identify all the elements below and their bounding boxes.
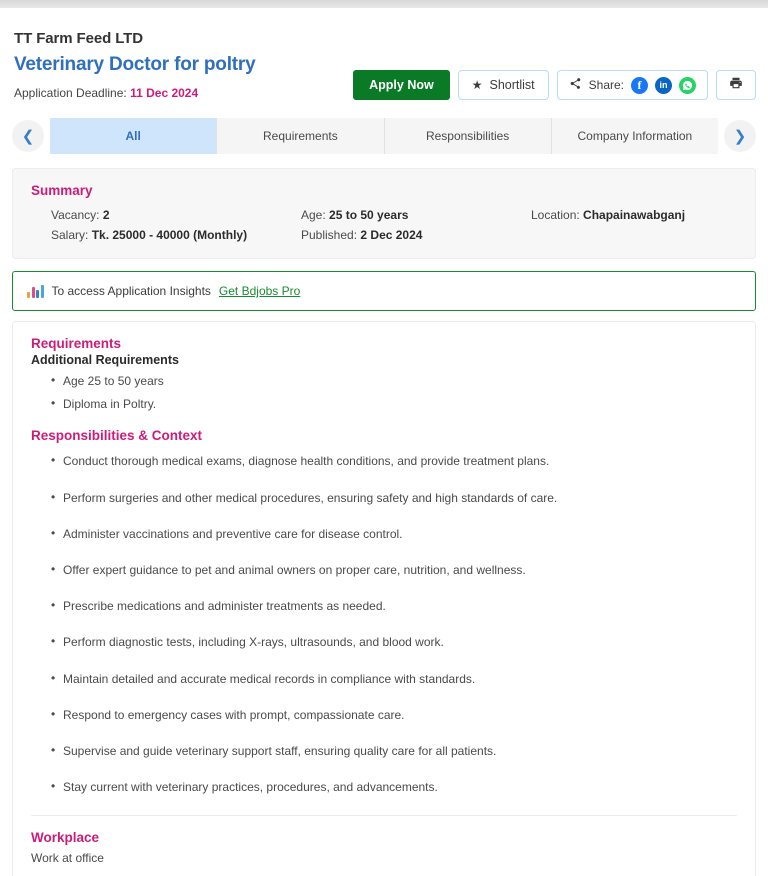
list-item: Maintain detailed and accurate medical r… (51, 669, 737, 687)
salary-label: Salary: (51, 228, 89, 242)
responsibilities-list: Conduct thorough medical exams, diagnose… (31, 452, 737, 795)
shortlist-button[interactable]: ★ Shortlist (457, 70, 549, 100)
summary-published: Published: 2 Dec 2024 (301, 228, 531, 242)
share-group: Share: f in (556, 70, 708, 100)
requirements-list: Age 25 to 50 years Diploma in Poltry. (31, 372, 737, 412)
insights-text: To access Application Insights (51, 284, 211, 298)
facebook-icon[interactable]: f (631, 76, 648, 94)
job-header: TT Farm Feed LTD Veterinary Doctor for p… (12, 8, 756, 100)
list-item: Stay current with veterinary practices, … (51, 778, 737, 795)
workplace-value: Work at office (31, 851, 104, 866)
company-name: TT Farm Feed LTD (14, 30, 143, 47)
list-item: Age 25 to 50 years (51, 372, 737, 389)
tab-requirements[interactable]: Requirements (217, 118, 385, 154)
whatsapp-icon[interactable] (679, 76, 696, 94)
summary-panel: Summary Vacancy: 2 Age: 25 to 50 years L… (12, 168, 756, 259)
list-item: Perform diagnostic tests, including X-ra… (51, 633, 737, 650)
responsibilities-section: Responsibilities & Context Conduct thoro… (31, 428, 737, 795)
workplace-title: Workplace (31, 830, 100, 846)
share-label: Share: (588, 78, 624, 92)
summary-location: Location: Chapainawabganj (531, 208, 737, 222)
requirements-section: Requirements Additional Requirements Age… (31, 336, 737, 412)
share-icon (569, 77, 582, 93)
job-detail-page: TT Farm Feed LTD Veterinary Doctor for p… (0, 8, 768, 876)
deadline-date: 11 Dec 2024 (130, 86, 199, 100)
star-icon: ★ (471, 78, 483, 92)
workplace-section: Workplace Work at office (31, 830, 737, 865)
browser-top-bar (0, 0, 768, 8)
summary-grid: Vacancy: 2 Age: 25 to 50 years Location:… (31, 208, 737, 242)
published-value: 2 Dec 2024 (360, 228, 423, 242)
chevron-right-icon[interactable]: ❯ (724, 120, 756, 152)
header-actions: Apply Now ★ Shortlist Share: f in (353, 70, 756, 100)
tab-responsibilities[interactable]: Responsibilities (384, 118, 552, 154)
age-value: 25 to 50 years (329, 208, 409, 222)
tab-navigation: ❮ All Requirements Responsibilities Comp… (12, 118, 756, 154)
apply-now-button[interactable]: Apply Now (353, 70, 450, 100)
tab-list: All Requirements Responsibilities Compan… (50, 118, 718, 154)
tab-company-information[interactable]: Company Information (551, 118, 718, 154)
location-value: Chapainawabganj (583, 208, 686, 222)
list-item: Respond to emergency cases with prompt, … (51, 706, 737, 723)
requirements-title: Requirements (31, 336, 122, 351)
additional-requirements-subtitle: Additional Requirements (31, 353, 179, 367)
list-item: Supervise and guide veterinary support s… (51, 742, 737, 759)
published-label: Published: (301, 228, 358, 242)
summary-age: Age: 25 to 50 years (301, 208, 531, 222)
application-insights-banner: To access Application Insights Get Bdjob… (12, 271, 756, 311)
bar-chart-icon (27, 284, 44, 298)
list-item: Conduct thorough medical exams, diagnose… (51, 452, 737, 469)
print-button[interactable] (716, 70, 756, 100)
list-item: Prescribe medications and administer tre… (51, 597, 737, 614)
responsibilities-title: Responsibilities & Context (31, 428, 203, 444)
summary-vacancy: Vacancy: 2 (51, 208, 301, 222)
salary-value: Tk. 25000 - 40000 (Monthly) (91, 228, 248, 242)
get-bdjobs-pro-link[interactable]: Get Bdjobs Pro (219, 284, 300, 298)
vacancy-value: 2 (102, 208, 110, 222)
summary-title: Summary (31, 183, 93, 198)
vacancy-label: Vacancy: (51, 208, 100, 222)
section-divider (31, 815, 737, 817)
summary-spacer (531, 228, 737, 242)
chevron-left-icon[interactable]: ❮ (12, 120, 44, 152)
shortlist-label: Shortlist (489, 78, 535, 92)
printer-icon (729, 76, 743, 95)
list-item: Administer vaccinations and preventive c… (51, 525, 737, 542)
summary-salary: Salary: Tk. 25000 - 40000 (Monthly) (51, 228, 301, 242)
list-item: Offer expert guidance to pet and animal … (51, 561, 737, 578)
location-label: Location: (531, 208, 580, 222)
list-item: Perform surgeries and other medical proc… (51, 489, 737, 506)
tab-all[interactable]: All (50, 118, 218, 154)
age-label: Age: (301, 208, 326, 222)
job-details-card: Requirements Additional Requirements Age… (12, 321, 756, 876)
deadline-label: Application Deadline: (14, 86, 127, 100)
list-item: Diploma in Poltry. (51, 395, 737, 412)
linkedin-icon[interactable]: in (655, 76, 672, 94)
